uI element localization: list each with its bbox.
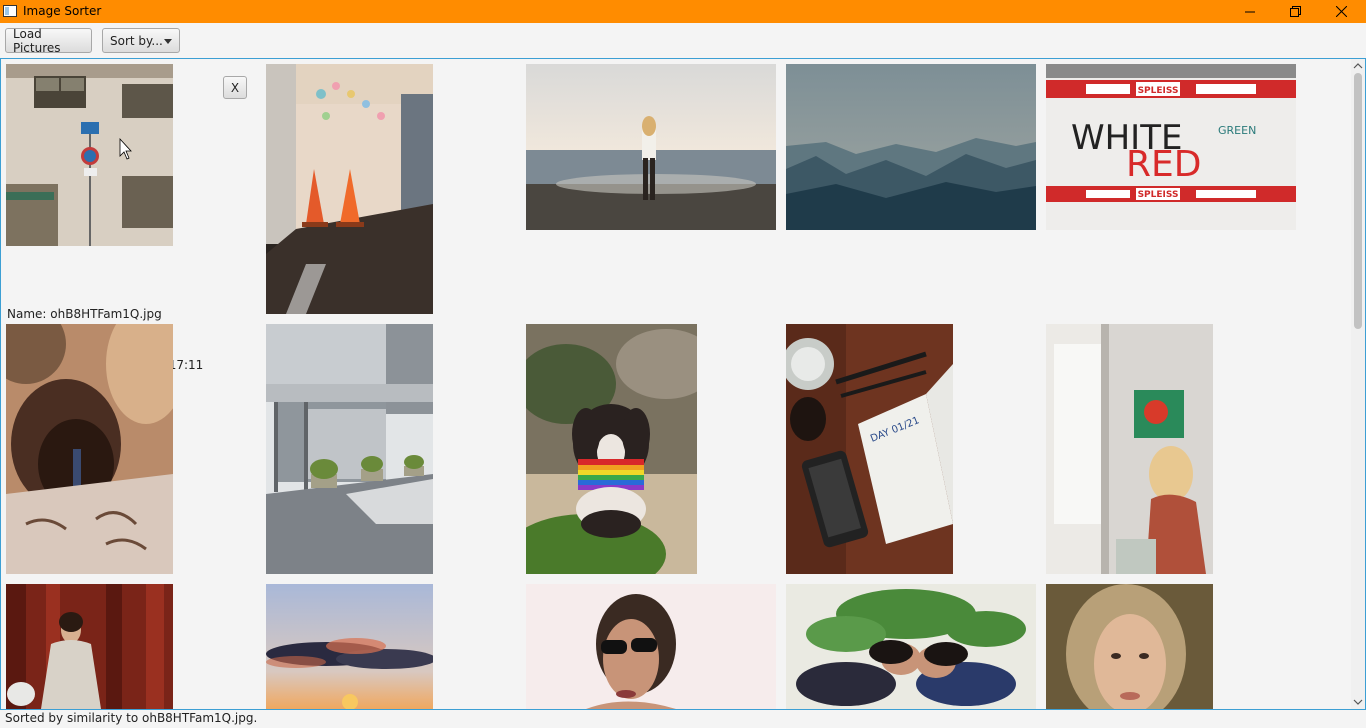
close-info-label: X [230, 80, 240, 95]
close-icon [1335, 6, 1347, 17]
thumbnail-sunset-clouds[interactable] [266, 584, 433, 709]
thumbnail-misty-mountains[interactable] [786, 64, 1036, 230]
thumbnail-woman-walking-into-sea[interactable] [526, 64, 776, 230]
vertical-scrollbar[interactable] [1351, 59, 1365, 709]
thumbnail-woman-sunglasses[interactable] [526, 584, 776, 709]
svg-text:SPLEISS: SPLEISS [1138, 190, 1179, 200]
load-pictures-button[interactable]: Load Pictures [5, 26, 92, 55]
thumbnail-building-traffic-cones[interactable] [266, 64, 433, 314]
close-info-button[interactable]: X [223, 76, 247, 99]
status-bar: Sorted by similarity to ohB8HTFam1Q.jpg. [0, 710, 1366, 728]
minimize-icon [1245, 11, 1255, 12]
svg-text:SPLEISS: SPLEISS [1138, 86, 1179, 96]
thumbnail-white-red-graffiti[interactable]: SPLEISS SPLEISS WHITE RED GREEN [1046, 64, 1296, 230]
svg-text:RED: RED [1126, 144, 1201, 185]
thumbnail-sandstone-cave[interactable] [6, 324, 173, 574]
toolbar: Load Pictures Sort by... [0, 23, 1366, 58]
thumbnail-garage-entrance-plants[interactable] [266, 324, 433, 574]
thumbnail-desk-phone-notebook[interactable]: DAY 01/21 [786, 324, 953, 574]
svg-text:GREEN: GREEN [1218, 124, 1256, 137]
thumbnail-woman-red-curtains[interactable] [6, 584, 173, 709]
sort-by-dropdown[interactable]: Sort by... [102, 28, 180, 53]
info-name: Name: ohB8HTFam1Q.jpg [7, 307, 162, 321]
thumbnail-two-women-laughing-grass[interactable] [786, 584, 1036, 709]
close-button[interactable] [1318, 0, 1364, 23]
app-icon [3, 5, 17, 17]
restore-button[interactable] [1272, 0, 1318, 23]
restore-icon [1289, 6, 1301, 17]
thumbnail-building-window-street-sign[interactable] [6, 64, 173, 246]
thumbnail-woman-portrait-face[interactable] [1046, 584, 1213, 709]
sort-by-label: Sort by... [110, 33, 163, 48]
window-title: Image Sorter [23, 4, 102, 18]
thumbnail-dog-rainbow-bandana[interactable] [526, 324, 697, 574]
status-text: Sorted by similarity to ohB8HTFam1Q.jpg. [5, 711, 258, 725]
scroll-down-icon[interactable] [1353, 697, 1363, 707]
scroll-up-icon[interactable] [1353, 61, 1363, 71]
thumbnail-woman-at-window-painting[interactable] [1046, 324, 1213, 574]
gallery-panel: Name: ohB8HTFam1Q.jpg Definition: 3907x5… [0, 58, 1366, 710]
title-bar: Image Sorter [0, 0, 1366, 23]
load-pictures-label: Load Pictures [13, 26, 61, 55]
scrollbar-thumb[interactable] [1354, 73, 1362, 329]
minimize-button[interactable] [1227, 0, 1273, 23]
chevron-down-icon [164, 39, 172, 44]
